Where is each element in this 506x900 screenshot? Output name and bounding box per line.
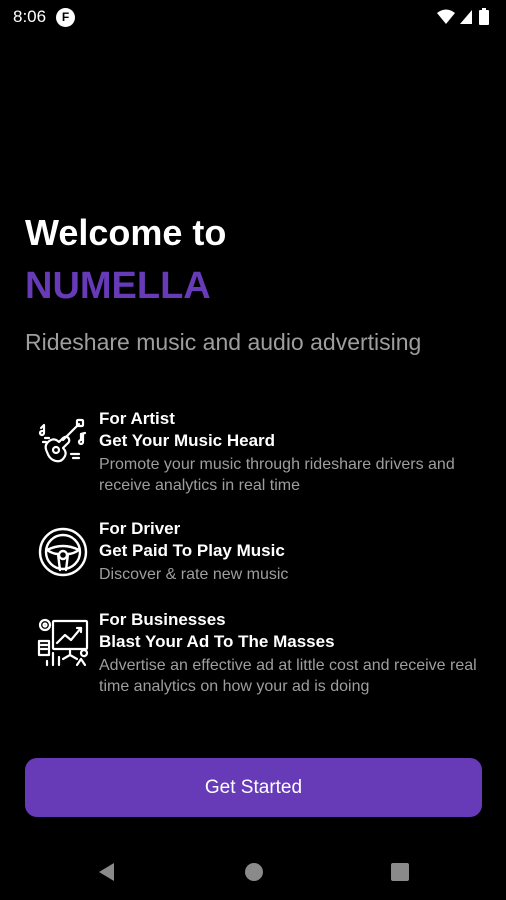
get-started-button[interactable]: Get Started [25, 758, 482, 817]
signal-icon [460, 10, 472, 24]
status-icons [436, 7, 496, 27]
tagline: Rideshare music and audio advertising [25, 329, 422, 355]
feature-headline: Get Paid To Play Music [99, 541, 285, 560]
battery-icon [479, 8, 489, 25]
home-icon[interactable] [244, 862, 264, 882]
feature-role: For Driver [99, 519, 181, 538]
welcome-heading: Welcome to [25, 212, 227, 253]
back-icon[interactable] [97, 862, 117, 882]
feature-description: Discover & rate new music [99, 566, 289, 583]
guitar-music-icon [35, 414, 91, 470]
feature-role: For Businesses [99, 610, 226, 629]
status-bar: 8:06 F [0, 0, 506, 34]
feature-description: Advertise an effective ad at little cost… [99, 657, 477, 695]
feature-headline: Get Your Music Heard [99, 431, 276, 450]
presentation-chart-icon [35, 615, 91, 671]
recents-icon[interactable] [390, 862, 410, 882]
app-notification-icon: F [56, 8, 75, 27]
feature-role: For Artist [99, 409, 175, 428]
steering-wheel-icon [35, 524, 91, 580]
feature-artist-text: For Artist Get Your Music Heard Promote … [99, 408, 499, 496]
status-time: 8:06 [13, 7, 47, 26]
feature-businesses-text: For Businesses Blast Your Ad To The Mass… [99, 609, 499, 697]
system-nav-bar [0, 840, 506, 900]
feature-headline: Blast Your Ad To The Masses [99, 632, 335, 651]
wifi-icon [437, 9, 455, 24]
brand-name: NUMELLA [25, 265, 211, 307]
feature-driver-text: For Driver Get Paid To Play Music Discov… [99, 518, 499, 585]
feature-description: Promote your music through rideshare dri… [99, 456, 455, 494]
